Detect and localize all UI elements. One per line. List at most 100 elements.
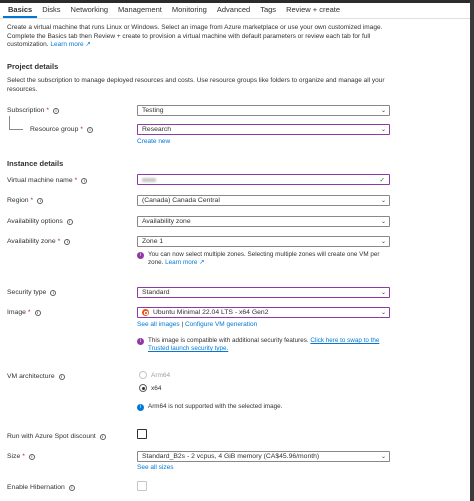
project-details-desc: Select the subscription to manage deploy…	[7, 77, 385, 93]
vm-name-input[interactable]: ✓	[137, 174, 390, 185]
info-icon[interactable]: i	[99, 433, 106, 440]
subscription-value: Testing	[142, 107, 164, 114]
radio-circle-selected	[139, 384, 147, 392]
radio-x64[interactable]: x64	[139, 384, 161, 392]
arch-note-text: Arm64 is not supported with the selected…	[148, 403, 283, 410]
required-marker: *	[74, 177, 78, 184]
hibernation-label-text: Enable Hibernation	[7, 484, 65, 491]
info-icon[interactable]: i	[68, 484, 75, 491]
resource-group-dropdown[interactable]: Research ⌄	[137, 124, 390, 135]
see-all-sizes-link[interactable]: See all sizes	[137, 464, 174, 471]
resource-group-label-text: Resource group	[30, 126, 79, 133]
image-value: Ubuntu Minimal 22.04 LTS - x64 Gen2	[153, 309, 269, 316]
spot-discount-checkbox[interactable]	[137, 429, 147, 439]
chevron-down-icon: ⌄	[380, 310, 386, 316]
chevron-down-icon: ⌄	[380, 219, 386, 225]
required-marker: *	[46, 107, 50, 114]
intro-text: Create a virtual machine that runs Linux…	[7, 24, 392, 50]
image-info-note: i This image is compatible with addition…	[137, 337, 390, 353]
info-icon[interactable]: i	[81, 177, 88, 184]
radio-arm64-label: Arm64	[151, 371, 171, 379]
radio-arm64[interactable]: Arm64	[139, 371, 170, 379]
intro-learn-more-link[interactable]: Learn more ↗	[50, 41, 91, 48]
zone-info-note: i You can now select multiple zones. Sel…	[137, 251, 390, 267]
region-label: Region * i	[7, 197, 44, 204]
info-icon[interactable]: i	[34, 309, 41, 316]
ubuntu-logo-icon	[142, 309, 149, 316]
subscription-dropdown[interactable]: Testing ⌄	[137, 105, 390, 116]
window-right-edge	[470, 0, 474, 501]
availability-options-dropdown[interactable]: Availability zone ⌄	[137, 216, 390, 227]
info-icon[interactable]: i	[37, 197, 44, 204]
availability-zone-value: Zone 1	[142, 238, 164, 245]
chevron-down-icon: ⌄	[380, 198, 386, 204]
region-dropdown[interactable]: (Canada) Canada Central ⌄	[137, 195, 390, 206]
chevron-down-icon: ⌄	[380, 239, 386, 245]
availability-zone-dropdown[interactable]: Zone 1 ⌄	[137, 236, 390, 247]
info-icon[interactable]: i	[53, 107, 60, 114]
info-icon[interactable]: i	[50, 289, 57, 296]
image-label: Image * i	[7, 309, 41, 316]
tab-disks[interactable]: Disks	[37, 5, 65, 18]
info-icon[interactable]: i	[64, 238, 71, 245]
size-label-text: Size	[7, 453, 21, 460]
info-icon[interactable]: i	[66, 218, 73, 225]
tab-management[interactable]: Management	[113, 5, 167, 18]
radio-x64-label: x64	[151, 384, 162, 392]
configure-vm-generation-link[interactable]: Configure VM generation	[185, 321, 257, 328]
info-circle-icon: i	[137, 403, 144, 411]
spot-discount-label-text: Run with Azure Spot discount	[7, 433, 96, 440]
availability-options-label: Availability options i	[7, 218, 73, 225]
size-dropdown[interactable]: Standard_B2s - 2 vcpus, 4 GiB memory (CA…	[137, 451, 390, 462]
info-icon[interactable]: i	[28, 453, 35, 460]
size-value: Standard_B2s - 2 vcpus, 4 GiB memory (CA…	[142, 453, 320, 460]
chevron-down-icon: ⌄	[380, 290, 386, 296]
instance-details-heading: Instance details	[7, 159, 64, 168]
tab-divider	[0, 18, 470, 19]
tab-networking[interactable]: Networking	[66, 5, 114, 18]
zone-learn-more-link[interactable]: Learn more ↗	[165, 259, 204, 266]
security-type-dropdown[interactable]: Standard ⌄	[137, 287, 390, 298]
region-value: (Canada) Canada Central	[142, 197, 220, 204]
vm-name-label: Virtual machine name * i	[7, 177, 88, 184]
resource-group-value: Research	[142, 126, 172, 133]
tab-monitoring[interactable]: Monitoring	[167, 5, 212, 18]
info-circle-icon: i	[137, 337, 144, 345]
tree-connector-vertical	[9, 116, 10, 129]
region-label-text: Region	[7, 197, 29, 204]
required-marker: *	[22, 453, 25, 460]
chevron-down-icon: ⌄	[380, 108, 386, 114]
see-all-images-link[interactable]: See all images	[137, 321, 180, 328]
availability-zone-label-text: Availability zone	[7, 238, 56, 245]
info-circle-icon: i	[137, 251, 144, 259]
chevron-down-icon: ⌄	[380, 127, 386, 133]
tab-basics[interactable]: Basics	[3, 5, 38, 18]
tab-review-create[interactable]: Review + create	[281, 5, 345, 18]
image-label-text: Image	[7, 309, 26, 316]
resource-group-label: Resource group * i	[30, 126, 94, 133]
radio-circle	[139, 371, 147, 379]
image-dropdown[interactable]: Ubuntu Minimal 22.04 LTS - x64 Gen2 ⌄	[137, 307, 390, 318]
image-note-text: This image is compatible with additional…	[148, 337, 311, 344]
project-details-heading: Project details	[7, 62, 59, 71]
size-label: Size * i	[7, 453, 35, 460]
required-marker: *	[30, 197, 34, 204]
vm-architecture-label-text: VM architecture	[7, 373, 55, 380]
vm-architecture-label: VM architecture i	[7, 373, 65, 380]
create-new-resource-group-link[interactable]: Create new	[137, 138, 170, 145]
security-type-label: Security type i	[7, 289, 57, 296]
tree-connector-horizontal	[9, 129, 23, 130]
info-icon[interactable]: i	[87, 126, 94, 133]
info-icon[interactable]: i	[58, 373, 65, 380]
required-marker: *	[57, 238, 61, 245]
tab-tags[interactable]: Tags	[255, 5, 281, 18]
hibernation-checkbox[interactable]	[137, 481, 147, 491]
availability-options-value: Availability zone	[142, 218, 191, 225]
redacted-vm-name	[142, 177, 156, 182]
zone-note-content: You can now select multiple zones. Selec…	[148, 251, 390, 267]
image-note-content: This image is compatible with additional…	[148, 337, 390, 353]
wizard-tabs: Basics Disks Networking Management Monit…	[3, 3, 345, 18]
required-marker: *	[80, 126, 84, 133]
tab-advanced[interactable]: Advanced	[212, 5, 255, 18]
security-type-label-text: Security type	[7, 289, 47, 296]
